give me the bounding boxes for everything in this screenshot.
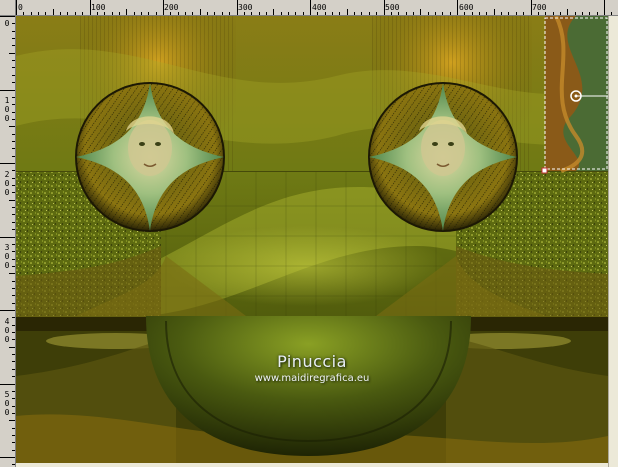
watermark-title: Pinuccia	[277, 352, 347, 371]
vruler-label-500: 500	[4, 390, 10, 417]
ruler-corner	[0, 0, 16, 16]
selection-node-icon	[541, 167, 548, 174]
hruler-label-600: 600	[459, 3, 474, 12]
hruler-label-700: 700	[532, 3, 547, 12]
horizontal-scrollbar[interactable]	[16, 463, 608, 467]
hruler-label-300: 300	[238, 3, 253, 12]
vruler-label-100: 100	[4, 96, 10, 123]
orb-right	[368, 82, 518, 232]
vruler-label-400: 400	[4, 317, 10, 344]
hruler-label-500: 500	[385, 3, 400, 12]
hruler-label-100: 100	[91, 3, 106, 12]
orb-left	[75, 82, 225, 232]
vertical-scrollbar[interactable]	[608, 16, 618, 467]
vruler-label-0: 0	[4, 19, 10, 28]
vertical-ruler[interactable]: 0 100 200 300 400 500	[0, 16, 16, 467]
image-canvas[interactable]: Pinuccia www.maidiregrafica.eu	[16, 16, 608, 463]
watermark-url: www.maidiregrafica.eu	[254, 373, 370, 384]
vruler-label-200: 200	[4, 170, 10, 197]
hruler-label-400: 400	[312, 3, 327, 12]
tube-sample	[545, 16, 608, 173]
vruler-label-300: 300	[4, 243, 10, 270]
horizontal-ruler[interactable]: 0 100 200 300 400 500 600 700	[16, 0, 618, 16]
hruler-label-200: 200	[164, 3, 179, 12]
artwork	[16, 16, 608, 463]
hruler-label-0: 0	[18, 3, 23, 12]
